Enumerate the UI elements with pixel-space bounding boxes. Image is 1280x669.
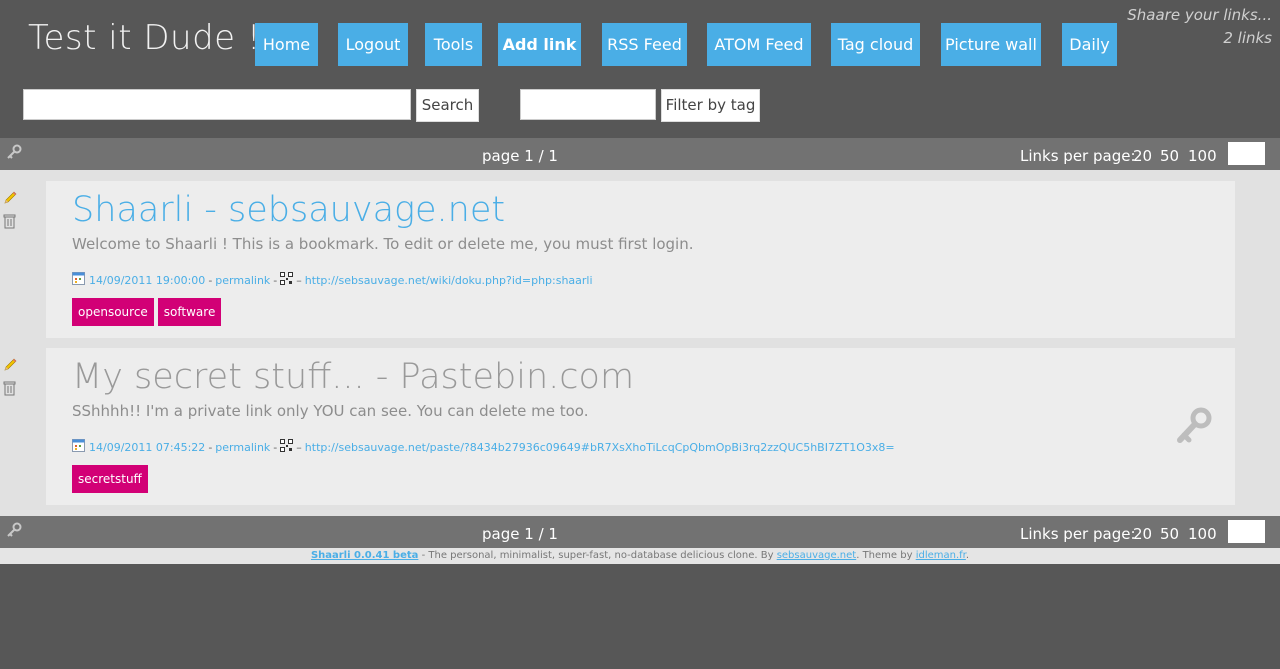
links-per-page-50[interactable]: 50 xyxy=(1160,525,1179,543)
paging-bar-bottom: page 1 / 1 Links per page: 20 50 100 xyxy=(0,516,1280,548)
qrcode-icon[interactable] xyxy=(280,272,294,288)
nav-add-link-button[interactable]: Add link xyxy=(498,23,581,66)
qrcode-icon[interactable] xyxy=(280,439,294,455)
site-title[interactable]: Test it Dude ! xyxy=(28,18,261,58)
pencil-icon[interactable] xyxy=(2,357,18,377)
tagline: Shaare your links... xyxy=(1127,6,1272,24)
link-item: Shaarli - sebsauvage.net Welcome to Shaa… xyxy=(46,181,1235,338)
links-per-page-100[interactable]: 100 xyxy=(1188,525,1217,543)
permalink[interactable]: permalink xyxy=(215,274,270,287)
shaarli-brand-link[interactable]: Shaarli 0.0.41 beta xyxy=(311,550,418,561)
link-meta: 14/09/2011 19:00:00 - permalink - – http… xyxy=(72,272,593,288)
trash-icon[interactable] xyxy=(2,380,17,400)
filter-by-tag-button[interactable]: Filter by tag xyxy=(661,89,760,122)
pencil-icon[interactable] xyxy=(2,190,18,210)
link-url[interactable]: http://sebsauvage.net/wiki/doku.php?id=p… xyxy=(305,274,593,287)
tag-list: secretstuff xyxy=(72,465,152,493)
trash-icon[interactable] xyxy=(2,213,17,233)
nav-rss-feed-button[interactable]: RSS Feed xyxy=(602,23,687,66)
theme-author-link[interactable]: idleman.fr xyxy=(916,550,966,561)
tag-list: opensource software xyxy=(72,298,225,326)
link-date[interactable]: 14/09/2011 19:00:00 xyxy=(89,274,205,287)
nav-daily-button[interactable]: Daily xyxy=(1062,23,1117,66)
footer-text: - The personal, minimalist, super-fast, … xyxy=(418,550,777,561)
tag[interactable]: software xyxy=(157,298,222,326)
search-button[interactable]: Search xyxy=(416,89,479,122)
tag[interactable]: opensource xyxy=(72,298,154,326)
links-per-page-100[interactable]: 100 xyxy=(1188,147,1217,165)
link-date[interactable]: 14/09/2011 07:45:22 xyxy=(89,441,205,454)
links-per-page-input[interactable] xyxy=(1228,142,1265,165)
page-indicator: page 1 / 1 xyxy=(482,525,558,543)
author-link[interactable]: sebsauvage.net xyxy=(777,550,857,561)
link-url[interactable]: http://sebsauvage.net/paste/?8434b27936c… xyxy=(305,441,895,454)
footer-theme-text: . Theme by xyxy=(856,550,916,561)
links-per-page-label: Links per page: xyxy=(1020,147,1136,165)
nav-picture-wall-button[interactable]: Picture wall xyxy=(941,23,1041,66)
link-item-private: My secret stuff... - Pastebin.com SShhhh… xyxy=(46,348,1235,505)
search-input[interactable] xyxy=(23,89,411,120)
links-per-page-20[interactable]: 20 xyxy=(1133,147,1152,165)
calendar-icon xyxy=(72,272,85,288)
links-per-page-20[interactable]: 20 xyxy=(1133,525,1152,543)
nav-logout-button[interactable]: Logout xyxy=(338,23,408,66)
link-count: 2 links xyxy=(1223,29,1272,47)
tag[interactable]: secretstuff xyxy=(72,465,148,493)
link-meta: 14/09/2011 07:45:22 - permalink - – http… xyxy=(72,439,895,455)
link-title[interactable]: Shaarli - sebsauvage.net xyxy=(72,190,505,230)
private-key-icon xyxy=(1175,406,1213,450)
tagline-block: Shaare your links... 2 links xyxy=(1127,4,1272,50)
footer: Shaarli 0.0.41 beta - The personal, mini… xyxy=(0,548,1280,564)
nav-tools-button[interactable]: Tools xyxy=(425,23,482,66)
link-description: SShhhh!! I'm a private link only YOU can… xyxy=(72,402,589,420)
page-indicator: page 1 / 1 xyxy=(482,147,558,165)
paging-bar-top: page 1 / 1 Links per page: 20 50 100 xyxy=(0,138,1280,170)
links-per-page-input[interactable] xyxy=(1228,520,1265,543)
calendar-icon xyxy=(72,439,85,455)
nav-home-button[interactable]: Home xyxy=(255,23,318,66)
permalink[interactable]: permalink xyxy=(215,441,270,454)
links-per-page-50[interactable]: 50 xyxy=(1160,147,1179,165)
footer-end: . xyxy=(965,550,970,561)
nav-tag-cloud-button[interactable]: Tag cloud xyxy=(831,23,920,66)
link-title[interactable]: My secret stuff... - Pastebin.com xyxy=(72,357,634,397)
link-description: Welcome to Shaarli ! This is a bookmark.… xyxy=(72,235,694,253)
links-per-page-label: Links per page: xyxy=(1020,525,1136,543)
link-list: Shaarli - sebsauvage.net Welcome to Shaa… xyxy=(0,170,1280,517)
nav-atom-feed-button[interactable]: ATOM Feed xyxy=(707,23,811,66)
tag-filter-input[interactable] xyxy=(520,89,656,120)
